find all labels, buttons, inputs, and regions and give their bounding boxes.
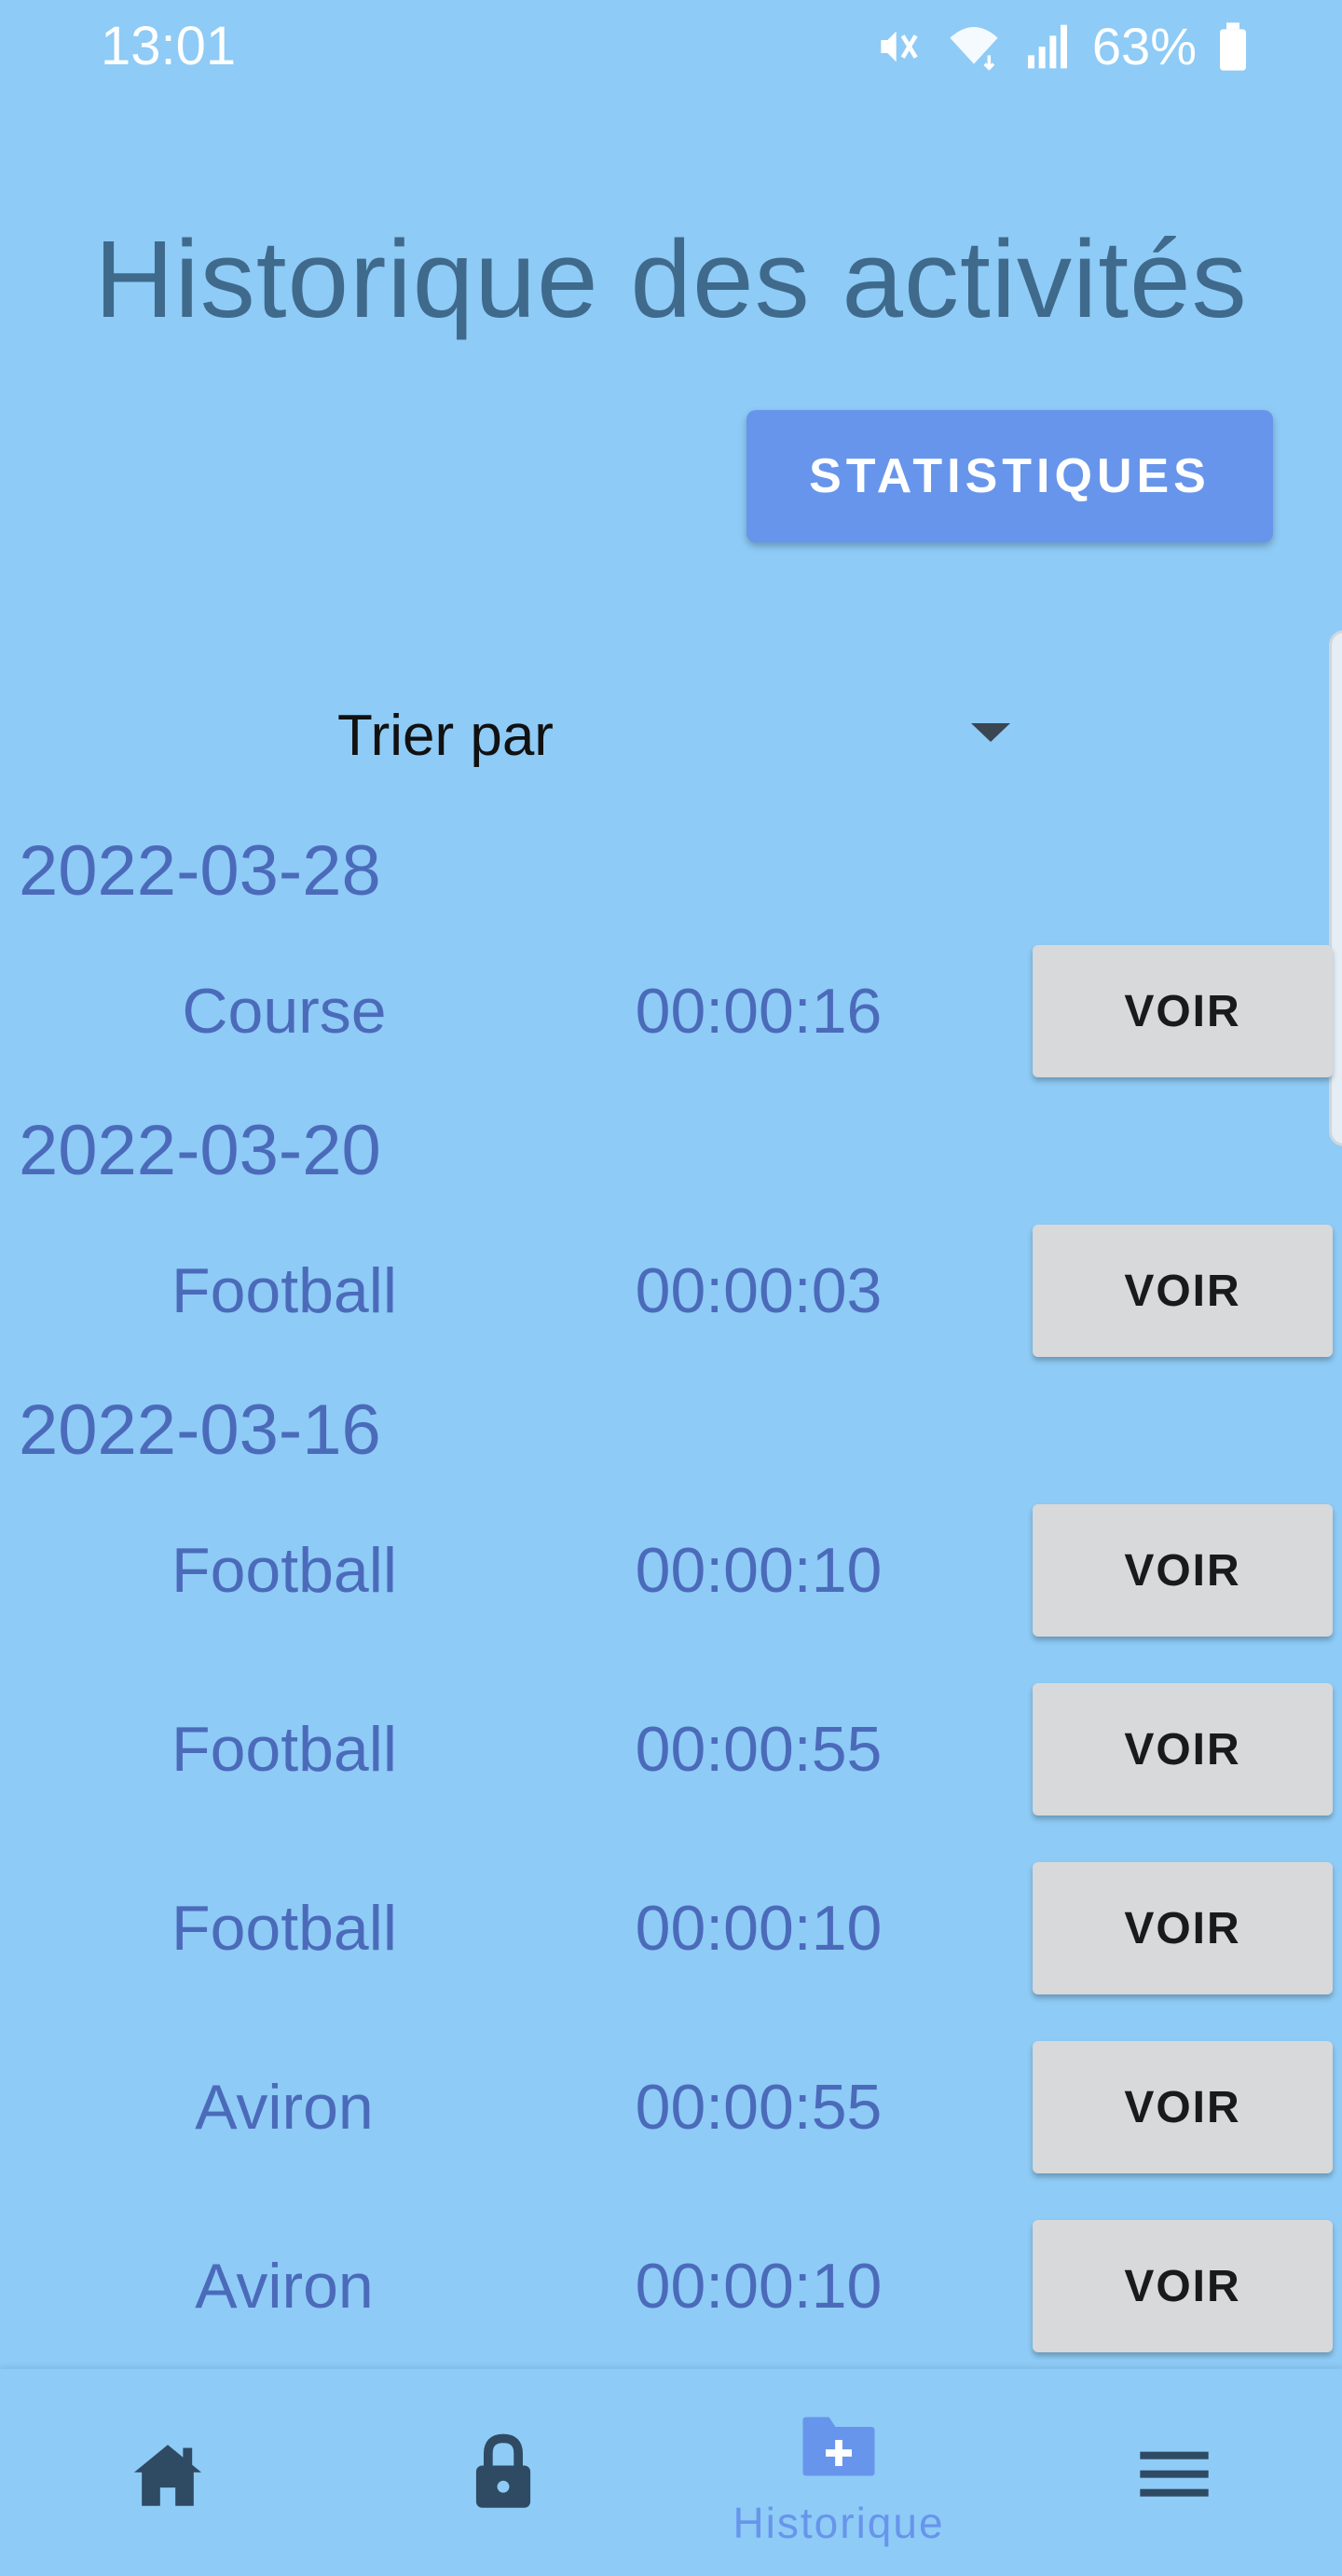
page-title: Historique des activités bbox=[94, 218, 1248, 341]
activity-name: Football bbox=[171, 1714, 397, 1785]
date-header: 2022-03-28 bbox=[19, 831, 381, 911]
activity-duration: 00:00:55 bbox=[635, 2072, 883, 2143]
activity-row: Football 00:00:10 VOIR bbox=[0, 1858, 1342, 1998]
sort-label: Trier par bbox=[337, 704, 554, 768]
activity-duration: 00:00:10 bbox=[635, 1893, 883, 1964]
date-header: 2022-03-16 bbox=[19, 1391, 381, 1470]
battery-level: 63% bbox=[1091, 17, 1197, 75]
view-button[interactable]: VOIR bbox=[1033, 2041, 1333, 2173]
activity-duration: 00:00:55 bbox=[635, 1714, 883, 1785]
wifi-icon bbox=[945, 21, 1003, 73]
lock-icon bbox=[475, 2433, 531, 2508]
bottom-navigation: Historique bbox=[0, 2369, 1342, 2576]
activity-name: Football bbox=[171, 1255, 397, 1326]
activity-row: Football 00:00:55 VOIR bbox=[0, 1679, 1342, 1819]
activity-row: Course 00:00:16 VOIR bbox=[0, 941, 1342, 1081]
caret-down-icon bbox=[969, 721, 1012, 748]
status-bar: 13:01 63% bbox=[0, 0, 1342, 93]
activity-name: Football bbox=[171, 1535, 397, 1606]
nav-item-lock[interactable] bbox=[336, 2369, 671, 2576]
activity-duration: 00:00:16 bbox=[635, 976, 883, 1047]
activity-row: Aviron 00:00:55 VOIR bbox=[0, 2037, 1342, 2177]
view-button[interactable]: VOIR bbox=[1033, 945, 1333, 1077]
view-button[interactable]: VOIR bbox=[1033, 1225, 1333, 1357]
status-icons: 63% bbox=[872, 13, 1249, 80]
view-button[interactable]: VOIR bbox=[1033, 1504, 1333, 1637]
nav-item-home[interactable] bbox=[0, 2369, 336, 2576]
folder-add-icon bbox=[802, 2417, 875, 2476]
signal-icon bbox=[1023, 21, 1072, 73]
sort-dropdown[interactable]: Trier par bbox=[337, 690, 1018, 783]
mute-icon bbox=[872, 21, 924, 73]
view-button[interactable]: VOIR bbox=[1033, 1683, 1333, 1816]
activity-duration: 00:00:03 bbox=[635, 1255, 883, 1326]
date-header: 2022-03-20 bbox=[19, 1111, 381, 1190]
status-time: 13:01 bbox=[101, 16, 237, 76]
menu-icon bbox=[1140, 2451, 1209, 2497]
activity-row: Football 00:00:10 VOIR bbox=[0, 1500, 1342, 1640]
nav-label-historique: Historique bbox=[733, 2499, 945, 2547]
activity-name: Course bbox=[182, 976, 387, 1047]
activity-duration: 00:00:10 bbox=[635, 2251, 883, 2322]
nav-item-historique[interactable]: Historique bbox=[671, 2369, 1006, 2576]
nav-item-menu[interactable] bbox=[1006, 2369, 1342, 2576]
activity-row: Football 00:00:03 VOIR bbox=[0, 1221, 1342, 1361]
home-icon bbox=[134, 2445, 201, 2506]
activity-row: Aviron 00:00:10 VOIR bbox=[0, 2216, 1342, 2356]
activity-name: Aviron bbox=[195, 2072, 374, 2143]
battery-icon bbox=[1217, 21, 1249, 73]
activity-name: Football bbox=[171, 1893, 397, 1964]
view-button[interactable]: VOIR bbox=[1033, 1862, 1333, 1994]
view-button[interactable]: VOIR bbox=[1033, 2220, 1333, 2352]
app-screen: 13:01 63% Historique des activités STATI… bbox=[0, 0, 1342, 2576]
activity-duration: 00:00:10 bbox=[635, 1535, 883, 1606]
statistics-button[interactable]: STATISTIQUES bbox=[746, 410, 1273, 542]
activity-name: Aviron bbox=[195, 2251, 374, 2322]
